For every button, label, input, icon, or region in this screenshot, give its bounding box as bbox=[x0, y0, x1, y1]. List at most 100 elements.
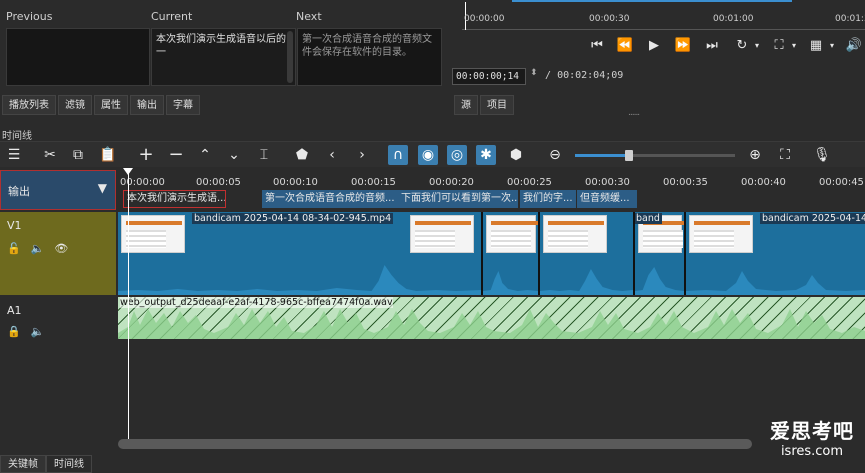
video-clip[interactable]: bandicam 2025-04-14 08-34-02-945.mp4 bbox=[118, 212, 483, 295]
a1-track-label: A1 bbox=[7, 304, 22, 317]
timeline-dock-title: 时间线 bbox=[2, 131, 32, 142]
subtitle-item[interactable]: 我们的字... bbox=[520, 190, 576, 208]
subtitle-item[interactable]: 下面我们可以看到第一次... bbox=[398, 190, 518, 208]
ruler-label: 00:00:45 bbox=[819, 177, 864, 188]
video-track: bandicam 2025-04-14 08-34-02-945.mp4 ban… bbox=[118, 212, 865, 295]
previous-marker-icon[interactable]: ‹ bbox=[322, 145, 342, 165]
fast-forward-icon[interactable]: ⏩ bbox=[674, 37, 692, 55]
current-subtitle-box[interactable]: 本次我们演示生成语音以后的一 bbox=[151, 28, 296, 86]
zoom-in-icon[interactable]: ⊕ bbox=[745, 145, 765, 165]
ripple-markers-icon[interactable]: ⬢ bbox=[506, 145, 526, 165]
ruler-label: 00:00:20 bbox=[429, 177, 474, 188]
current-subtitle-text: 本次我们演示生成语音以后的一 bbox=[156, 34, 286, 58]
tab-project[interactable]: 项目 bbox=[480, 95, 514, 115]
next-subtitle-box[interactable]: 第一次合成语音合成的音频文件会保存在软件的目录。 bbox=[297, 28, 442, 86]
player-range-bar bbox=[512, 0, 792, 2]
a1-track-header[interactable]: A1 🔒 🔈 bbox=[0, 297, 116, 339]
audio-clip[interactable]: web_output_d25deaaf-e2af-4178-965c-bffea… bbox=[118, 297, 865, 339]
current-heading: Current bbox=[151, 10, 193, 23]
current-subtitle-scrollbar[interactable] bbox=[287, 31, 293, 83]
microphone-icon[interactable]: 🎙 bbox=[812, 145, 832, 165]
overwrite-icon[interactable]: ⌄ bbox=[224, 145, 244, 165]
playhead[interactable] bbox=[128, 172, 129, 442]
tab-subtitles[interactable]: 字幕 bbox=[166, 95, 200, 115]
split-icon[interactable]: ⌶ bbox=[254, 145, 274, 165]
timecode-spinner-icon[interactable]: ⬍ bbox=[530, 68, 538, 78]
tab-export[interactable]: 输出 bbox=[130, 95, 164, 115]
append-icon[interactable]: + bbox=[136, 145, 156, 165]
timecode-input[interactable]: 00:00:00;14 bbox=[452, 68, 526, 85]
chevron-down-icon[interactable]: ▾ bbox=[823, 37, 841, 55]
duration-value: 00:02:04;09 bbox=[557, 70, 624, 81]
skip-to-end-icon[interactable]: ⏭ bbox=[703, 37, 721, 55]
video-clip[interactable] bbox=[483, 212, 540, 295]
timeline-toolbar: ☰ ✂ ⧉ 📋 + − ⌃ ⌄ ⌶ ⬟ ‹ › ∩ ◉ ◎ ✱ ⬢ ⊖ ⊕ ⛶ … bbox=[0, 141, 865, 167]
zoom-out-icon[interactable]: ⊖ bbox=[545, 145, 565, 165]
previous-subtitle-box[interactable] bbox=[6, 28, 150, 86]
watermark: 爱思考吧 isres.com bbox=[770, 415, 854, 459]
clip-thumbnail bbox=[543, 215, 607, 253]
tab-timeline[interactable]: 时间线 bbox=[46, 455, 92, 473]
lift-icon[interactable]: ⌃ bbox=[195, 145, 215, 165]
panel-resize-handle[interactable]: ...... bbox=[628, 108, 640, 118]
ripple-icon[interactable]: ◎ bbox=[447, 145, 467, 165]
ruler-label: 00:00:05 bbox=[196, 177, 241, 188]
filter-icon[interactable]: ▼ bbox=[98, 181, 107, 195]
player-panel: 00:00:00 00:00:30 00:01:00 00:01:30 ⏮ ⏪ … bbox=[452, 0, 865, 118]
tab-source[interactable]: 源 bbox=[454, 95, 478, 115]
v1-track-header[interactable]: V1 🔓 🔈 👁 bbox=[0, 212, 116, 295]
subtitle-item[interactable]: 本次我们演示生成语... bbox=[123, 190, 226, 208]
play-icon[interactable]: ▶ bbox=[645, 37, 663, 55]
timeline-ruler[interactable]: 00:00:00 00:00:05 00:00:10 00:00:15 00:0… bbox=[118, 170, 865, 192]
skip-to-start-icon[interactable]: ⏮ bbox=[588, 37, 606, 55]
clip-waveform bbox=[483, 271, 538, 295]
scrub-icon[interactable]: ◉ bbox=[418, 145, 438, 165]
mute-icon[interactable]: 🔈 bbox=[31, 325, 45, 338]
ruler-label: 00:00:00 bbox=[120, 177, 165, 188]
output-track-header[interactable]: 输出 ▼ bbox=[0, 170, 116, 210]
video-clip[interactable]: band bbox=[635, 212, 686, 295]
cut-icon[interactable]: ✂ bbox=[40, 145, 60, 165]
volume-icon[interactable]: 🔊 bbox=[845, 37, 863, 55]
lock-icon[interactable]: 🔓 bbox=[7, 242, 21, 255]
zoom-fit-icon[interactable]: ⛶ bbox=[775, 145, 795, 165]
clip-thumbnail bbox=[689, 215, 753, 253]
previous-subtitle-text bbox=[7, 29, 149, 37]
clip-label: bandicam 2025-04-14 08-34-02-945.mp4 bbox=[760, 213, 865, 224]
subtitle-track: 本次我们演示生成语... 第一次合成语音合成的音频... 下面我们可以看到第一次… bbox=[118, 190, 865, 210]
player-ruler[interactable]: 00:00:00 00:00:30 00:01:00 00:01:30 bbox=[462, 0, 865, 30]
left-panel-tabs: 播放列表 滤镜 属性 输出 字幕 bbox=[2, 95, 200, 115]
v1-track-controls: 🔓 🔈 👁 bbox=[7, 242, 68, 255]
ripple-all-icon[interactable]: ✱ bbox=[476, 145, 496, 165]
previous-heading: Previous bbox=[6, 10, 53, 23]
watermark-en: isres.com bbox=[780, 444, 844, 459]
timeline-horizontal-scrollbar[interactable] bbox=[118, 439, 752, 449]
ruler-label: 00:00:40 bbox=[741, 177, 786, 188]
zoom-slider-fill bbox=[575, 154, 627, 157]
video-clip[interactable] bbox=[540, 212, 635, 295]
menu-icon[interactable]: ☰ bbox=[4, 145, 24, 165]
snap-icon[interactable]: ∩ bbox=[388, 145, 408, 165]
zoom-slider-handle[interactable] bbox=[625, 150, 633, 161]
tab-keyframes[interactable]: 关键帧 bbox=[0, 455, 46, 473]
chevron-down-icon[interactable]: ▾ bbox=[748, 37, 766, 55]
paste-icon[interactable]: 📋 bbox=[98, 145, 118, 165]
copy-icon[interactable]: ⧉ bbox=[68, 145, 88, 165]
next-marker-icon[interactable]: › bbox=[352, 145, 372, 165]
mute-icon[interactable]: 🔈 bbox=[31, 242, 45, 255]
tab-playlist[interactable]: 播放列表 bbox=[2, 95, 56, 115]
tab-filters[interactable]: 滤镜 bbox=[58, 95, 92, 115]
subtitle-preview-panel: Previous Current Next 本次我们演示生成语音以后的一 第一次… bbox=[0, 0, 448, 92]
marker-icon[interactable]: ⬟ bbox=[292, 145, 312, 165]
remove-icon[interactable]: − bbox=[166, 145, 186, 165]
rewind-icon[interactable]: ⏪ bbox=[616, 37, 634, 55]
player-ruler-label: 00:00:30 bbox=[589, 14, 630, 24]
tab-properties[interactable]: 属性 bbox=[94, 95, 128, 115]
eye-icon[interactable]: 👁 bbox=[54, 242, 68, 255]
subtitle-item[interactable]: 但音频缓... bbox=[577, 190, 637, 208]
chevron-down-icon[interactable]: ▾ bbox=[785, 37, 803, 55]
lock-icon[interactable]: 🔒 bbox=[7, 325, 21, 338]
video-clip[interactable]: bandicam 2025-04-14 08-34-02-945.mp4 bbox=[686, 212, 865, 295]
zoom-slider[interactable] bbox=[575, 150, 735, 161]
player-ruler-label: 00:01:30 bbox=[835, 14, 865, 24]
